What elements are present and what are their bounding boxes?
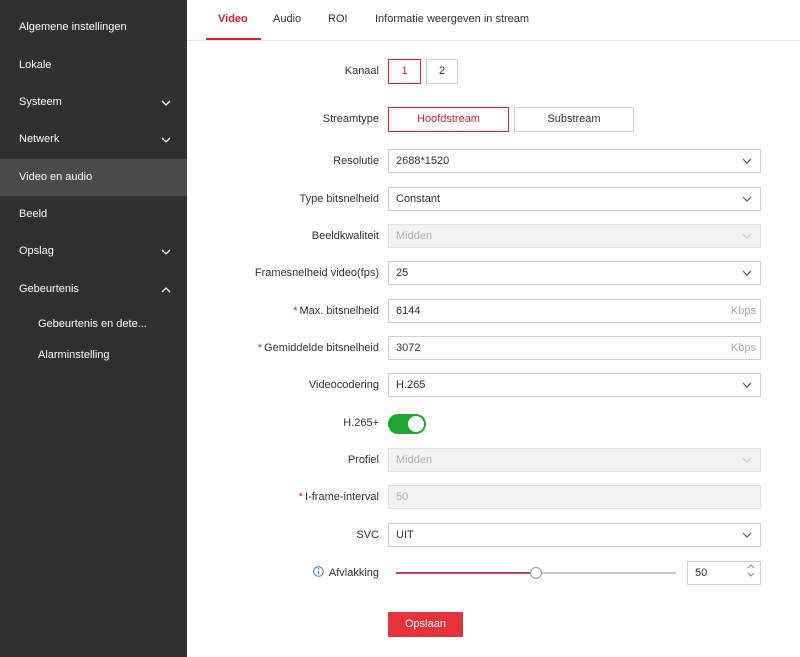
kanaal-label: Kanaal <box>344 65 379 77</box>
tab-roi[interactable]: ROI <box>328 0 348 40</box>
chevron-down-icon <box>161 233 171 270</box>
type-bitsnelheid-value: Constant <box>396 193 441 205</box>
framesnelheid-select[interactable]: 25 <box>388 261 761 285</box>
sidebar-item-opslag[interactable]: Opslag <box>0 233 187 270</box>
beeldkwaliteit-select: Midden <box>388 224 761 248</box>
slider-fill <box>396 572 536 574</box>
gem-bitsnelheid-label: * Gemiddelde bitsnelheid <box>257 342 379 354</box>
videocodering-select[interactable]: H.265 <box>388 373 761 397</box>
max-bitsnelheid-label: * Max. bitsnelheid <box>293 305 379 317</box>
required-marker: * <box>293 305 298 317</box>
chevron-down-icon <box>161 121 171 158</box>
resolutie-value: 2688*1520 <box>396 155 450 167</box>
chevron-down-icon <box>742 150 752 172</box>
afvlakking-stepper[interactable]: 50 <box>687 561 761 585</box>
unit-label: Kbps <box>730 305 756 317</box>
sidebar-subitem-alarminstelling[interactable]: Alarminstelling <box>0 340 187 370</box>
chevron-down-icon <box>742 374 752 396</box>
chevron-down-icon <box>161 84 171 121</box>
max-bitsnelheid-value: 6144 <box>396 305 421 317</box>
kanaal-option-2[interactable]: 2 <box>426 59 458 84</box>
framesnelheid-value: 25 <box>396 267 409 279</box>
svc-label: SVC <box>356 529 379 541</box>
sidebar-item-label: Beeld <box>19 208 48 220</box>
sidebar-item-label: Systeem <box>19 96 62 108</box>
max-bitsnelheid-input[interactable]: 6144 Kbps <box>388 299 761 323</box>
stepper-arrows[interactable] <box>747 564 755 577</box>
afvlakking-slider[interactable] <box>396 567 676 579</box>
tab-informatie-weergeven[interactable]: Informatie weergeven in stream <box>375 0 529 40</box>
svc-select[interactable]: UIT <box>388 523 761 547</box>
framesnelheid-label: Framesnelheid video(fps) <box>254 267 379 279</box>
chevron-up-icon <box>161 271 171 308</box>
sidebar-subitem-label: Alarminstelling <box>38 349 110 361</box>
sidebar-subitem-gebeurtenis-detectie[interactable]: Gebeurtenis en dete... <box>0 309 187 339</box>
chevron-down-icon <box>742 188 752 210</box>
chevron-down-icon <box>747 572 755 577</box>
chevron-down-icon <box>742 262 752 284</box>
chevron-down-icon <box>742 225 752 247</box>
streamtype-hoofdstream[interactable]: Hoofdstream <box>388 107 509 132</box>
iframe-interval-label: * I-frame-interval <box>298 491 379 503</box>
streamtype-label: Streamtype <box>322 113 379 125</box>
svc-value: UIT <box>396 529 414 541</box>
gem-bitsnelheid-input[interactable]: 3072 Kbps <box>388 336 761 360</box>
sidebar-item-beeld[interactable]: Beeld <box>0 196 187 233</box>
beeldkwaliteit-label: Beeldkwaliteit <box>311 230 379 242</box>
afvlakking-label: Afvlakking <box>328 567 379 579</box>
h265plus-label: H.265+ <box>343 417 379 429</box>
h265plus-toggle[interactable] <box>388 414 426 434</box>
chevron-down-icon <box>742 449 752 471</box>
sidebar-item-gebeurtenis[interactable]: Gebeurtenis <box>0 271 187 308</box>
kanaal-option-1[interactable]: 1 <box>388 59 421 84</box>
tab-audio[interactable]: Audio <box>273 0 301 40</box>
sidebar-item-video-en-audio[interactable]: Video en audio <box>0 159 187 196</box>
chevron-up-icon <box>747 564 755 569</box>
type-bitsnelheid-select[interactable]: Constant <box>388 187 761 211</box>
sidebar-item-label: Opslag <box>19 245 54 257</box>
required-marker: * <box>257 342 263 354</box>
sidebar-item-lokale[interactable]: Lokale <box>0 47 187 84</box>
iframe-interval-input: 50 <box>388 485 761 509</box>
resolutie-label: Resolutie <box>333 155 379 167</box>
beeldkwaliteit-value: Midden <box>396 230 433 242</box>
tab-video[interactable]: Video <box>218 0 248 40</box>
slider-thumb[interactable] <box>530 567 542 579</box>
sidebar-item-label: Video en audio <box>19 171 93 183</box>
resolutie-select[interactable]: 2688*1520 <box>388 149 761 173</box>
sidebar: Algemene instellingen Lokale Systeem Net… <box>0 0 187 657</box>
active-tab-indicator <box>206 38 261 40</box>
type-bitsnelheid-label: Type bitsnelheid <box>299 193 380 205</box>
info-icon[interactable] <box>313 566 324 580</box>
videocodering-value: H.265 <box>396 379 426 391</box>
save-button[interactable]: Opslaan <box>388 612 463 637</box>
afvlakking-value: 50 <box>695 567 708 579</box>
sidebar-item-algemene-instellingen[interactable]: Algemene instellingen <box>0 9 187 46</box>
profiel-select: Midden <box>388 448 761 472</box>
chevron-down-icon <box>742 524 752 546</box>
iframe-interval-value: 50 <box>396 491 409 503</box>
toggle-knob <box>408 416 424 432</box>
gem-bitsnelheid-value: 3072 <box>396 342 421 354</box>
unit-label: Kbps <box>730 342 756 354</box>
sidebar-item-label: Netwerk <box>19 133 60 145</box>
profiel-value: Midden <box>396 454 433 466</box>
sidebar-item-label: Lokale <box>19 59 52 71</box>
sidebar-subitem-label: Gebeurtenis en dete... <box>38 318 147 330</box>
required-marker: * <box>298 491 304 503</box>
profiel-label: Profiel <box>347 454 379 466</box>
videocodering-label: Videocodering <box>308 379 379 391</box>
streamtype-substream[interactable]: Substream <box>514 107 634 132</box>
sidebar-item-systeem[interactable]: Systeem <box>0 84 187 121</box>
sidebar-item-netwerk[interactable]: Netwerk <box>0 121 187 158</box>
sidebar-item-label: Gebeurtenis <box>19 283 79 295</box>
sidebar-item-label: Algemene instellingen <box>19 21 127 33</box>
